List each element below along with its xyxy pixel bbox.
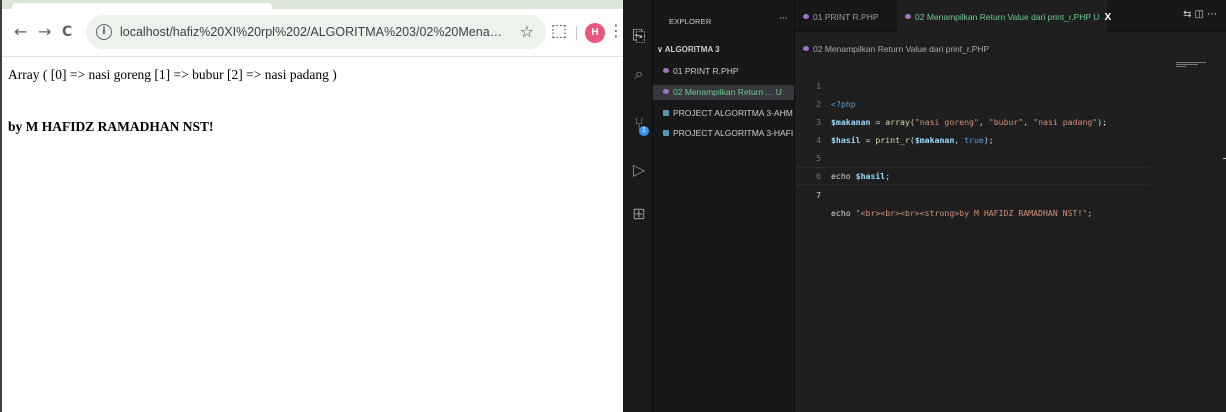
line-number: 7 bbox=[816, 190, 821, 200]
php-file-icon bbox=[803, 14, 809, 19]
editor-actions: ⇆◫⋯ bbox=[1183, 9, 1220, 20]
file-label: 02 Menampilkan Return ... bbox=[673, 87, 773, 97]
code-line: 6 bbox=[795, 149, 1226, 181]
breadcrumb[interactable]: 02 Menampilkan Return Value dari print_r… bbox=[803, 44, 989, 54]
source-control-badge: 1 bbox=[639, 126, 649, 136]
code-line: 3 $hasil = print_r($makanan, true); bbox=[795, 95, 1226, 145]
file-item-project-ahm[interactable]: PROJECT ALGORITMA 3-AHM... bbox=[663, 106, 793, 121]
word-doc-icon bbox=[663, 130, 669, 136]
run-debug-icon[interactable]: ▷ bbox=[630, 160, 648, 180]
code-text: echo "<br><br><br><strong>by M HAFIDZ RA… bbox=[831, 204, 1092, 222]
reload-icon[interactable]: C bbox=[62, 23, 72, 41]
activity-bar: ⎘ ⌕ ⑂ 1 ▷ ⊞ bbox=[623, 0, 653, 412]
file-label: 01 PRINT R.PHP bbox=[673, 66, 739, 76]
tab-label: 02 Menampilkan Return Value dari print_r… bbox=[915, 12, 1091, 22]
split-editor-icon[interactable]: ◫ bbox=[1195, 9, 1207, 20]
chevron-down-icon: ∨ bbox=[657, 45, 665, 54]
code-line: 2 $makanan = array("nasi goreng", "bubur… bbox=[795, 77, 1226, 127]
untracked-badge: U bbox=[775, 87, 782, 97]
minimap-line bbox=[1176, 62, 1206, 63]
explorer-panel: EXPLORER ··· ∨ ALGORITMA 3 01 PRINT R.PH… bbox=[653, 0, 795, 412]
toolbar-divider bbox=[576, 26, 577, 40]
file-label: PROJECT ALGORITMA 3-HAFI... bbox=[673, 128, 793, 138]
window-edge bbox=[0, 0, 2, 412]
php-file-icon bbox=[803, 46, 809, 51]
code-line: 1 <?php bbox=[795, 59, 1226, 109]
minimap[interactable] bbox=[1176, 62, 1212, 70]
folder-label: ALGORITMA 3 bbox=[664, 45, 720, 54]
tab-02-menampilkan[interactable]: 02 Menampilkan Return Value dari print_r… bbox=[897, 0, 1111, 32]
site-info-icon[interactable]: i bbox=[96, 24, 112, 40]
extensions-icon[interactable]: ⬚ bbox=[551, 21, 567, 41]
url-text[interactable]: localhost/hafiz%20XI%20rpl%202/ALGORITMA… bbox=[120, 24, 510, 40]
folder-algoritma-3[interactable]: ∨ ALGORITMA 3 bbox=[657, 45, 720, 54]
file-item-project-hafi[interactable]: PROJECT ALGORITMA 3-HAFI... bbox=[663, 126, 793, 141]
compare-icon[interactable]: ⇆ bbox=[1183, 9, 1194, 20]
minimap-line bbox=[1176, 66, 1186, 67]
code-line: 4 bbox=[795, 113, 1226, 145]
file-item-02-menampilkan[interactable]: 02 Menampilkan Return ... U bbox=[653, 85, 794, 100]
token: ; bbox=[1087, 208, 1093, 218]
tab-01-print-r[interactable]: 01 PRINT R.PHP bbox=[795, 0, 897, 32]
browser-toolbar: ← → C i localhost/hafiz%20XI%20rpl%202/A… bbox=[2, 9, 624, 57]
php-file-icon bbox=[663, 89, 669, 94]
search-icon[interactable]: ⌕ bbox=[630, 64, 648, 84]
code-area[interactable]: 1 <?php 2 $makanan = array("nasi goreng"… bbox=[795, 59, 1226, 218]
token: echo bbox=[831, 208, 856, 218]
array-output-text: Array ( [0] => nasi goreng [1] => bubur … bbox=[8, 67, 337, 82]
code-line-current: 7 echo "<br><br><br><strong>by M HAFIDZ … bbox=[795, 167, 1150, 218]
explorer-files-icon[interactable]: ⎘ bbox=[630, 26, 648, 46]
php-file-icon bbox=[905, 14, 911, 19]
browser-window: ← → C i localhost/hafiz%20XI%20rpl%202/A… bbox=[0, 0, 624, 412]
more-actions-icon[interactable]: ⋯ bbox=[1207, 9, 1220, 20]
vscode-window: ⎘ ⌕ ⑂ 1 ▷ ⊞ EXPLORER ··· ∨ ALGORITMA 3 0… bbox=[623, 0, 1226, 412]
explorer-title: EXPLORER bbox=[669, 17, 712, 26]
close-tab-icon[interactable]: X bbox=[1104, 12, 1111, 23]
tab-label: 01 PRINT R.PHP bbox=[813, 12, 879, 22]
page-content: Array ( [0] => nasi goreng [1] => bubur … bbox=[8, 66, 618, 136]
minimap-line bbox=[1176, 64, 1198, 65]
author-strong-text: by M HAFIDZ RAMADHAN NST! bbox=[8, 119, 214, 134]
file-label: PROJECT ALGORITMA 3-AHM... bbox=[673, 108, 793, 118]
forward-icon[interactable]: → bbox=[38, 23, 51, 41]
address-bar[interactable]: i localhost/hafiz%20XI%20rpl%202/ALGORIT… bbox=[86, 15, 546, 49]
tab-untracked-badge: U bbox=[1093, 12, 1100, 22]
browser-menu-icon[interactable]: ⋮ bbox=[608, 21, 624, 40]
word-doc-icon bbox=[663, 110, 669, 116]
bookmark-star-icon[interactable]: ☆ bbox=[520, 22, 534, 41]
profile-avatar[interactable]: H bbox=[585, 23, 605, 43]
php-file-icon bbox=[663, 68, 669, 73]
editor-tabs: 01 PRINT R.PHP 02 Menampilkan Return Val… bbox=[795, 0, 1226, 32]
extensions-blocks-icon[interactable]: ⊞ bbox=[630, 204, 648, 224]
browser-tab-strip bbox=[2, 0, 623, 9]
token: "<br><br><br><strong>by M HAFIDZ RAMADHA… bbox=[855, 208, 1088, 218]
code-line: 5 echo $hasil; bbox=[795, 131, 1226, 181]
code-editor: 01 PRINT R.PHP 02 Menampilkan Return Val… bbox=[795, 0, 1226, 412]
breadcrumb-label: 02 Menampilkan Return Value dari print_r… bbox=[813, 44, 990, 54]
file-item-01-print-r[interactable]: 01 PRINT R.PHP bbox=[663, 64, 793, 79]
back-icon[interactable]: ← bbox=[14, 23, 27, 41]
explorer-more-icon[interactable]: ··· bbox=[779, 14, 788, 24]
